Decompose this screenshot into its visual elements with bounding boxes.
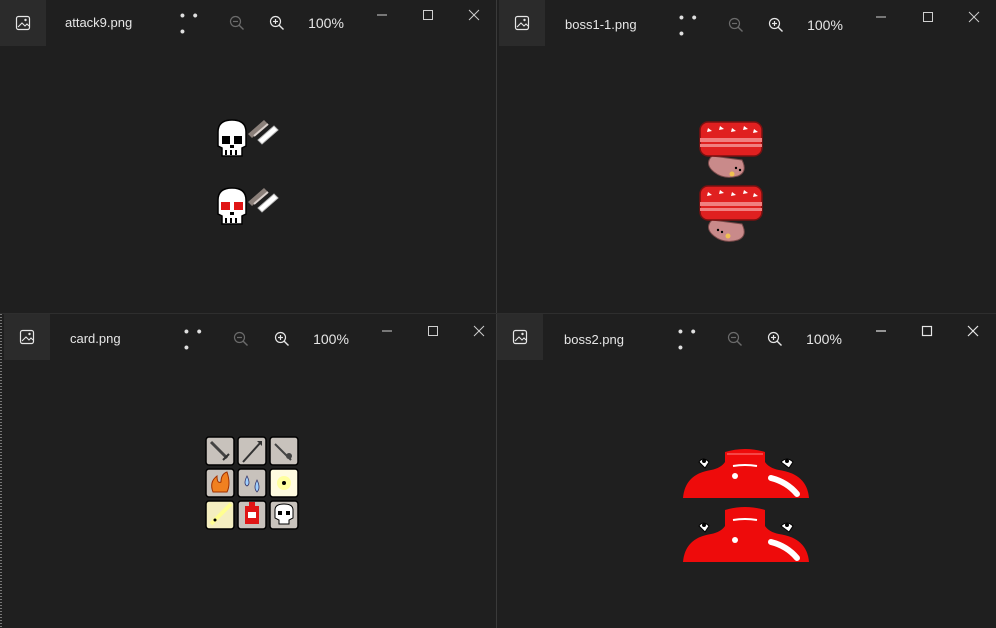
minimize-icon[interactable] bbox=[371, 6, 393, 24]
viewer-window-boss1-1: boss1-1.png • • • 100% bbox=[497, 0, 996, 313]
close-icon[interactable] bbox=[463, 6, 485, 24]
zoom-level[interactable]: 100% bbox=[304, 10, 348, 36]
viewer-window-card: card.png • • • 100% bbox=[0, 314, 496, 628]
mushroom-boss-sprite bbox=[699, 121, 763, 242]
window-divider-vertical bbox=[496, 0, 497, 628]
title-bar[interactable]: boss2.png • • • 100% bbox=[497, 314, 996, 360]
zoom-out-icon[interactable] bbox=[230, 326, 252, 352]
more-options-icon[interactable]: • • • bbox=[678, 323, 706, 355]
zoom-in-icon[interactable] bbox=[764, 326, 786, 352]
zoom-out-icon[interactable] bbox=[724, 326, 746, 352]
window-resize-edge[interactable] bbox=[0, 314, 2, 628]
photos-app-icon[interactable] bbox=[4, 314, 50, 360]
viewer-window-attack9: attack9.png • • • 100% bbox=[0, 0, 496, 313]
maximize-icon[interactable] bbox=[916, 322, 938, 340]
minimize-icon[interactable] bbox=[870, 322, 892, 340]
photos-app-icon[interactable] bbox=[497, 314, 543, 360]
zoom-in-icon[interactable] bbox=[271, 326, 293, 352]
window-divider-horizontal bbox=[0, 313, 996, 314]
zoom-level[interactable]: 100% bbox=[309, 326, 353, 352]
title-bar[interactable]: card.png • • • 100% bbox=[0, 314, 496, 360]
zoom-in-icon[interactable] bbox=[266, 10, 288, 36]
close-icon[interactable] bbox=[963, 8, 985, 26]
file-name: attack9.png bbox=[65, 15, 133, 30]
title-bar[interactable]: boss1-1.png • • • 100% bbox=[497, 0, 996, 46]
image-canvas[interactable] bbox=[0, 360, 496, 628]
zoom-level[interactable]: 100% bbox=[803, 12, 847, 38]
file-name: boss2.png bbox=[564, 332, 624, 347]
minimize-icon[interactable] bbox=[870, 8, 892, 26]
viewer-window-boss2: boss2.png • • • 100% bbox=[497, 314, 996, 628]
image-canvas[interactable] bbox=[497, 360, 996, 628]
zoom-in-icon[interactable] bbox=[765, 12, 787, 38]
file-name: boss1-1.png bbox=[565, 17, 637, 32]
maximize-icon[interactable] bbox=[917, 8, 939, 26]
zoom-out-icon[interactable] bbox=[226, 10, 248, 36]
more-options-icon[interactable]: • • • bbox=[679, 9, 707, 41]
zoom-out-icon[interactable] bbox=[725, 12, 747, 38]
card-icon-grid bbox=[205, 436, 299, 530]
photos-app-icon[interactable] bbox=[499, 0, 545, 46]
more-options-icon[interactable]: • • • bbox=[184, 323, 212, 355]
skull-attack-sprite bbox=[217, 119, 279, 225]
file-name: card.png bbox=[70, 331, 121, 346]
maximize-icon[interactable] bbox=[422, 322, 444, 340]
minimize-icon[interactable] bbox=[376, 322, 398, 340]
title-bar[interactable]: attack9.png • • • 100% bbox=[0, 0, 496, 46]
close-icon[interactable] bbox=[962, 322, 984, 340]
maximize-icon[interactable] bbox=[417, 6, 439, 24]
more-options-icon[interactable]: • • • bbox=[180, 7, 208, 39]
close-icon[interactable] bbox=[468, 322, 490, 340]
zoom-level[interactable]: 100% bbox=[802, 326, 846, 352]
photos-app-icon[interactable] bbox=[0, 0, 46, 46]
red-slime-boss-sprite bbox=[683, 449, 809, 562]
image-canvas[interactable] bbox=[497, 46, 996, 313]
image-canvas[interactable] bbox=[0, 46, 496, 313]
